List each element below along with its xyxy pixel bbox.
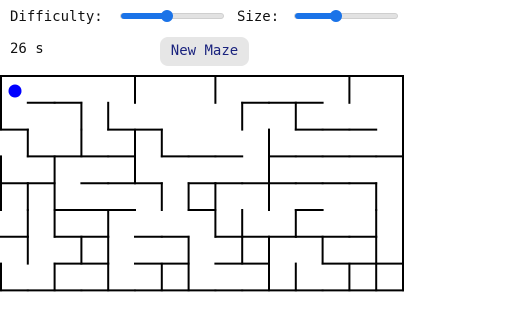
size-slider-thumb[interactable] [329, 10, 342, 22]
size-slider[interactable] [294, 10, 398, 22]
new-maze-button[interactable]: New Maze [160, 37, 249, 66]
size-label: Size: [237, 9, 280, 25]
elapsed-timer: 26 s [10, 41, 44, 57]
controls-bar: Difficulty: Size: [0, 0, 512, 34]
difficulty-slider[interactable] [120, 10, 224, 22]
difficulty-label: Difficulty: [10, 9, 103, 25]
maze-board[interactable] [0, 75, 406, 320]
difficulty-slider-thumb[interactable] [160, 10, 173, 22]
player-marker [8, 84, 22, 98]
